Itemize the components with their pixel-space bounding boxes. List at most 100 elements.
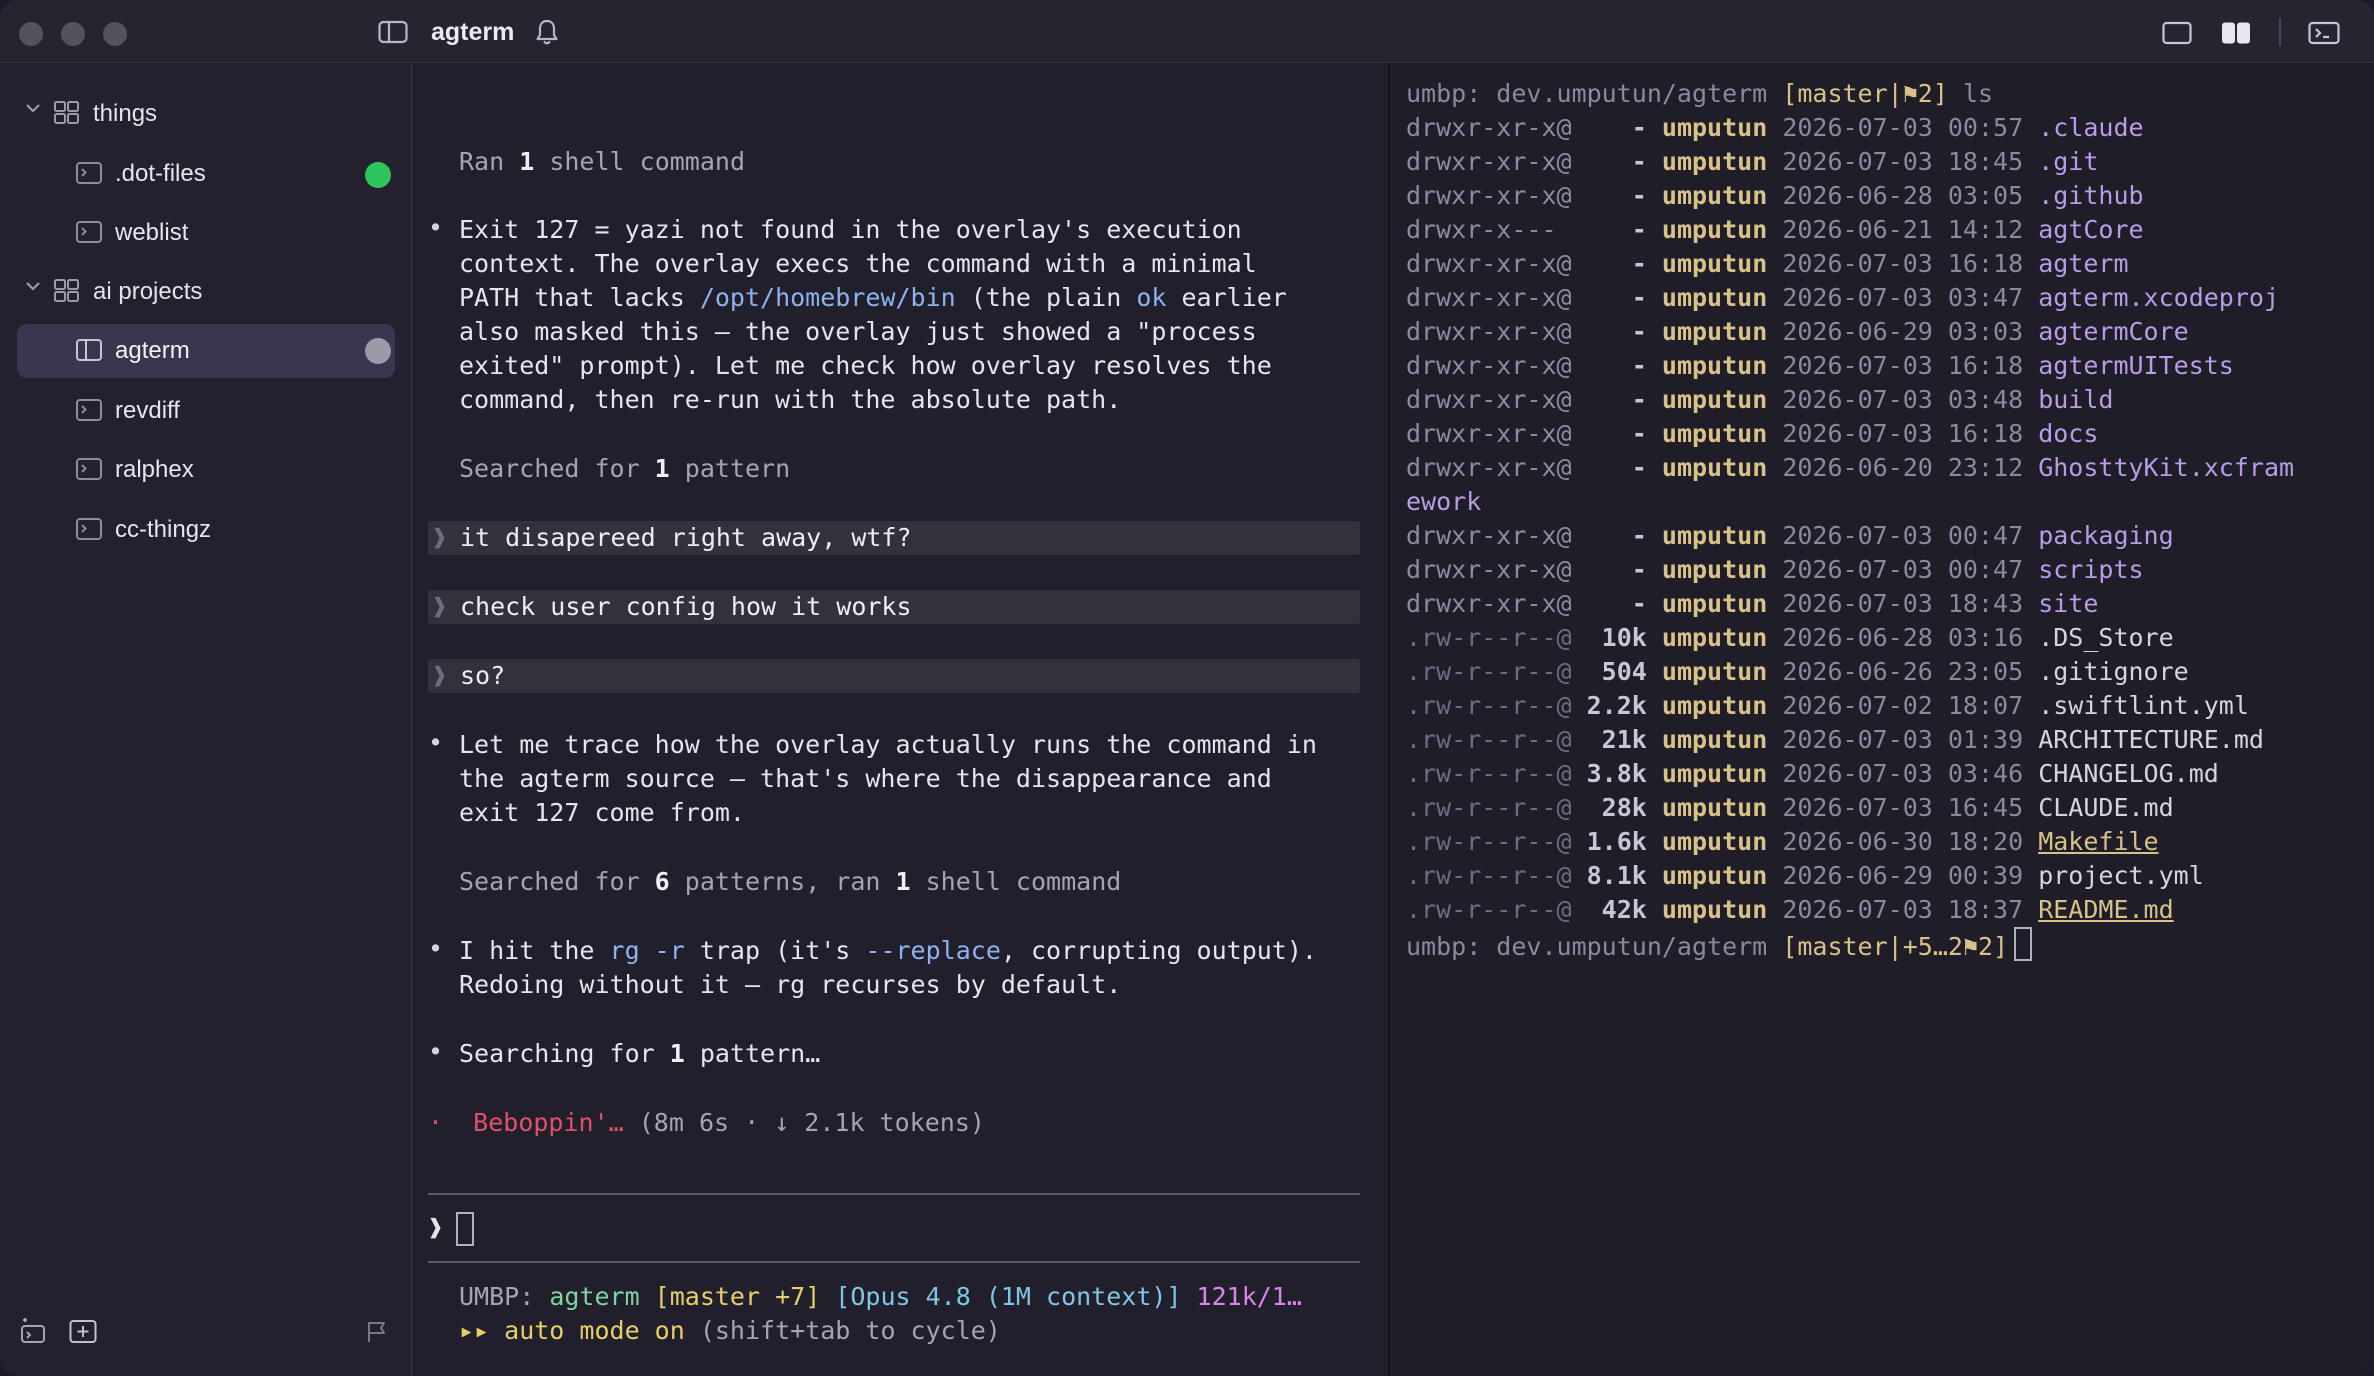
sidebar-toggle-icon[interactable] — [378, 20, 408, 49]
mode-line[interactable]: ▸▸ auto mode on (shift+tab to cycle) — [459, 1314, 1001, 1348]
ls-name[interactable]: agtermUITests — [2038, 351, 2234, 380]
sidebar-group-ai-projects[interactable]: ai projects — [0, 265, 411, 317]
new-session-icon[interactable] — [18, 1317, 48, 1350]
terminal-tab-icon — [76, 221, 102, 248]
split-pane-icon[interactable] — [2221, 21, 2251, 50]
message-text: I hit the — [459, 936, 610, 965]
ls-owner: umputun — [1661, 827, 1783, 856]
ls-name[interactable]: .DS_Store — [2038, 623, 2173, 652]
user-prompt: ❱ so? — [428, 659, 1360, 693]
ls-name[interactable]: agtermCore — [2038, 317, 2189, 346]
status-verb: Beboppin'… — [473, 1108, 624, 1137]
chat-pane: Ran 1 shell command • Exit 127 = yazi no… — [412, 63, 1390, 1376]
mode-arrows-icon: ▸▸ — [459, 1316, 505, 1345]
ls-name[interactable]: .swiftlint.yml — [2038, 691, 2249, 720]
ls-perm: .rw-r--r--@ — [1406, 895, 1587, 924]
sidebar-item-dot-files[interactable]: .dot-files — [0, 147, 411, 199]
ls-owner: umputun — [1661, 317, 1783, 346]
ls-owner: umputun — [1661, 283, 1783, 312]
sidebar-item-revdiff[interactable]: revdiff — [0, 384, 411, 436]
terminal-tab-icon — [76, 162, 102, 189]
ls-name[interactable]: packaging — [2038, 521, 2173, 550]
sidebar-item-agterm[interactable]: agterm — [0, 324, 411, 378]
bell-icon[interactable] — [535, 18, 559, 51]
user-prompt-text: it disapereed right away, wtf? — [460, 523, 912, 552]
prompt-flag: ⚑2 — [1902, 79, 1933, 108]
chat-input[interactable] — [456, 1212, 474, 1246]
message-line: exit 127 come from. — [459, 798, 745, 827]
progress-text: pattern… — [684, 1039, 821, 1068]
ls-name[interactable]: agterm.xcodeproj — [2038, 283, 2279, 312]
ls-owner: umputun — [1661, 895, 1783, 924]
close-window-button[interactable] — [19, 22, 43, 46]
ls-name[interactable]: .claude — [2038, 113, 2143, 142]
ls-name[interactable]: build — [2038, 385, 2113, 414]
ls-name[interactable]: docs — [2038, 419, 2098, 448]
ls-name[interactable]: GhosttyKit.xcfram — [2038, 453, 2294, 482]
sidebar-item-weblist[interactable]: weblist — [0, 206, 411, 258]
ls-date: 2026-06-30 18:20 — [1782, 827, 2039, 856]
ls-row: drwxr-xr-x@ - umputun 2026-07-03 16:18 d… — [1406, 417, 2098, 451]
ls-owner: umputun — [1661, 555, 1783, 584]
ls-perm: drwxr-xr-x@ — [1406, 317, 1587, 346]
single-pane-icon[interactable] — [2162, 21, 2192, 50]
terminal-tab-icon — [76, 458, 102, 485]
grid-icon — [54, 279, 80, 308]
code-inline: --replace — [865, 936, 1001, 965]
ls-name[interactable]: CLAUDE.md — [2038, 793, 2173, 822]
terminal-cursor[interactable] — [2014, 927, 2033, 961]
ls-perm: .rw-r--r--@ — [1406, 759, 1587, 788]
ls-name[interactable]: Makefile — [2038, 827, 2158, 856]
ls-perm: drwxr-xr-x@ — [1406, 385, 1587, 414]
ls-size: - — [1586, 249, 1662, 278]
ls-row: .rw-r--r--@ 28k umputun 2026-07-03 16:45… — [1406, 791, 2174, 825]
sidebar-item-ralphex[interactable]: ralphex — [0, 443, 411, 495]
ls-size: - — [1586, 181, 1662, 210]
ls-perm: .rw-r--r--@ — [1406, 793, 1587, 822]
ls-name[interactable]: .git — [2038, 147, 2098, 176]
ls-row: drwxr-xr-x@ - umputun 2026-06-20 23:12 G… — [1406, 451, 2294, 485]
ls-row: .rw-r--r--@ 1.6k umputun 2026-06-30 18:2… — [1406, 825, 2159, 859]
ls-name[interactable]: scripts — [2038, 555, 2143, 584]
terminal-icon[interactable] — [2308, 21, 2340, 50]
ls-name[interactable]: ARCHITECTURE.md — [2038, 725, 2264, 754]
ls-name[interactable]: README.md — [2038, 895, 2173, 924]
input-top-rule — [428, 1193, 1360, 1195]
ls-name[interactable]: .gitignore — [2038, 657, 2189, 686]
ls-name[interactable]: CHANGELOG.md — [2038, 759, 2219, 788]
zoom-window-button[interactable] — [103, 22, 127, 46]
prompt-command: ls — [1947, 79, 1994, 108]
bullet-icon: • — [428, 728, 444, 757]
ls-date: 2026-07-03 16:18 — [1782, 351, 2039, 380]
terminal-pane[interactable]: umbp: dev.umputun/agterm [master|⚑2] ls … — [1390, 63, 2374, 1376]
ls-date: 2026-07-03 16:45 — [1782, 793, 2039, 822]
add-icon[interactable] — [69, 1319, 97, 1350]
sidebar-group-label: ai projects — [93, 278, 203, 305]
chevron-down-icon[interactable] — [24, 99, 42, 123]
window-title: agterm — [431, 18, 515, 46]
ls-perm: .rw-r--r--@ — [1406, 657, 1587, 686]
ls-size: 8.1k — [1586, 861, 1662, 890]
sidebar-group-things[interactable]: things — [0, 87, 411, 139]
chevron-down-icon[interactable] — [24, 277, 42, 301]
ls-perm: drwxr-xr-x@ — [1406, 521, 1587, 550]
ls-owner: umputun — [1661, 691, 1783, 720]
prompt-caret-icon: ❱ — [432, 592, 448, 621]
ls-name[interactable]: project.yml — [2038, 861, 2204, 890]
flag-icon[interactable] — [365, 1320, 389, 1349]
user-prompt: ❱ it disapereed right away, wtf? — [428, 521, 1360, 555]
ls-name[interactable]: site — [2038, 589, 2098, 618]
ls-name[interactable]: .github — [2038, 181, 2143, 210]
ls-name[interactable]: agterm — [2038, 249, 2128, 278]
ls-name[interactable]: agtCore — [2038, 215, 2143, 244]
app-window: agterm things .dot-files weblist ai proj… — [0, 0, 2374, 1376]
sidebar-item-label: weblist — [115, 219, 189, 246]
statusbar-host: UMBP: — [459, 1282, 550, 1311]
sidebar-item-cc-thingz[interactable]: cc-thingz — [0, 503, 411, 555]
ls-perm: .rw-r--r--@ — [1406, 827, 1587, 856]
ls-date: 2026-06-28 03:16 — [1782, 623, 2039, 652]
ls-perm: drwxr-xr-x@ — [1406, 283, 1587, 312]
minimize-window-button[interactable] — [61, 22, 85, 46]
ls-size: - — [1586, 317, 1662, 346]
ls-perm: drwxr-xr-x@ — [1406, 419, 1587, 448]
